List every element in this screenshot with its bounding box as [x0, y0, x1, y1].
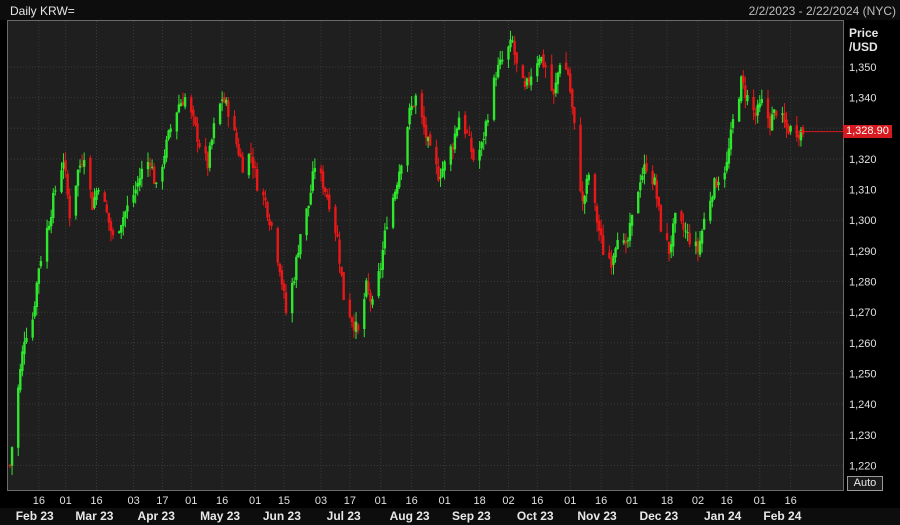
x-tick-label: 16 — [785, 495, 797, 507]
x-tick-label: 16 — [33, 495, 45, 507]
month-label: Mar 23 — [75, 509, 113, 523]
month-label: Dec 23 — [639, 509, 678, 523]
x-tick-label: 15 — [278, 495, 290, 507]
y-tick-label: 1,280 — [849, 277, 877, 289]
x-tick-label: 02 — [502, 495, 514, 507]
x-tick-label: 16 — [531, 495, 543, 507]
x-tick-label: 03 — [315, 495, 327, 507]
x-tick-label: 16 — [595, 495, 607, 507]
x-tick-label: 01 — [59, 495, 71, 507]
y-axis-title: Price /USD — [849, 26, 878, 54]
x-tick-label: 17 — [344, 495, 356, 507]
x-tick-label: 01 — [438, 495, 450, 507]
month-label: Apr 23 — [138, 509, 176, 523]
x-tick-label: 02 — [692, 495, 704, 507]
y-tick-label: 1,250 — [849, 369, 877, 381]
x-tick-label: 18 — [473, 495, 485, 507]
plot-frame — [7, 20, 844, 491]
x-tick-label: 18 — [661, 495, 673, 507]
y-axis-title-line-2: /USD — [849, 40, 878, 54]
y-tick-label: 1,240 — [849, 399, 877, 411]
x-tick-label: 01 — [626, 495, 638, 507]
month-label: Jul 23 — [327, 509, 361, 523]
y-tick-label: 1,220 — [849, 460, 877, 472]
y-axis-title-line-1: Price — [849, 26, 879, 40]
y-tick-label: 1,230 — [849, 430, 877, 442]
month-label: May 23 — [200, 509, 240, 523]
y-tick-label: 1,340 — [849, 93, 877, 105]
month-label: Nov 23 — [577, 509, 617, 523]
x-tick-label: 01 — [754, 495, 766, 507]
month-label: Oct 23 — [517, 509, 554, 523]
y-tick-label: 1,270 — [849, 307, 877, 319]
x-tick-label: 16 — [216, 495, 228, 507]
x-tick-label: 16 — [406, 495, 418, 507]
auto-scale-button[interactable]: Auto — [847, 476, 883, 491]
x-axis[interactable]: 16 01 16 03 17 01 16 01 15 03 17 01 16 01 18 02 16 01 16 01… — [0, 495, 900, 525]
y-tick-label: 1,320 — [849, 154, 877, 166]
x-tick-label: 03 — [127, 495, 139, 507]
month-label: Aug 23 — [390, 509, 430, 523]
y-axis[interactable]: 1,220 1,230 1,240 1,250 1,260 1,270 1,280 1,290… — [849, 62, 877, 472]
x-tick-label: 16 — [721, 495, 733, 507]
month-label: Sep 23 — [452, 509, 491, 523]
month-label: Feb 23 — [16, 509, 54, 523]
month-label: Feb 24 — [763, 509, 801, 523]
month-label: Jun 23 — [263, 509, 301, 523]
x-tick-label: 01 — [249, 495, 261, 507]
last-price-tag: 1,328.90 — [843, 124, 892, 138]
y-tick-label: 1,310 — [849, 185, 877, 197]
x-tick-label: 01 — [185, 495, 197, 507]
x-tick-label: 16 — [90, 495, 102, 507]
x-tick-label: 01 — [564, 495, 576, 507]
month-label: Jan 24 — [704, 509, 742, 523]
y-tick-label: 1,300 — [849, 215, 877, 227]
y-tick-label: 1,350 — [849, 62, 877, 74]
x-tick-label: 17 — [156, 495, 168, 507]
x-tick-label: 01 — [375, 495, 387, 507]
y-tick-label: 1,260 — [849, 338, 877, 350]
y-tick-label: 1,290 — [849, 246, 877, 258]
